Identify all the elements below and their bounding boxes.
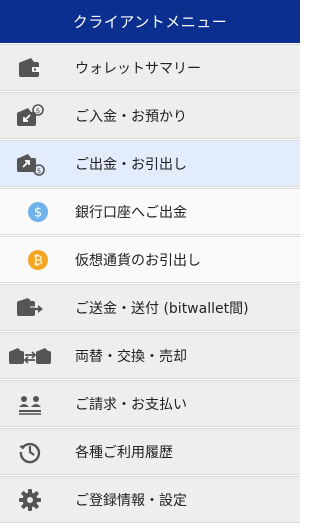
svg-text:₿: ₿: [33, 253, 43, 268]
menu-item-label: ウォレットサマリー: [75, 60, 201, 77]
menu-item-crypto-withdraw[interactable]: ₿ 仮想通貨のお引出し: [0, 236, 300, 283]
menu-item-label: 銀行口座へご出金: [75, 204, 187, 221]
menu-item-deposit[interactable]: $ ご入金・お預かり: [0, 92, 300, 139]
menu-item-withdraw[interactable]: $ ご出金・お引出し: [0, 140, 300, 187]
menu-item-transfer[interactable]: ご送金・送付 (bitwallet間): [0, 284, 300, 331]
svg-text:$: $: [33, 205, 41, 220]
transfer-icon: [0, 297, 60, 319]
request-icon: [0, 393, 60, 415]
client-menu: クライアントメニュー ウォレットサマリー $ ご入金・お預かり $ ご出金・お引…: [0, 0, 300, 530]
menu-item-label: ご出金・お引出し: [75, 156, 187, 173]
menu-item-exchange[interactable]: 両替・交換・売却: [0, 332, 300, 379]
menu-item-label: ご送金・送付 (bitwallet間): [75, 300, 249, 317]
svg-text:$: $: [36, 107, 40, 115]
gear-icon: [0, 488, 60, 512]
menu-item-history[interactable]: 各種ご利用履歴: [0, 428, 300, 475]
menu-item-request-payment[interactable]: ご請求・お支払い: [0, 380, 300, 427]
menu-title: クライアントメニュー: [72, 13, 228, 31]
menu-item-label: ご登録情報・設定: [75, 492, 187, 509]
menu-item-label: ご入金・お預かり: [75, 108, 187, 125]
menu-item-label: 各種ご利用履歴: [75, 444, 173, 461]
wallet-icon: [0, 57, 60, 79]
deposit-icon: $: [0, 103, 60, 128]
svg-text:$: $: [37, 167, 41, 175]
withdraw-icon: $: [0, 152, 60, 176]
menu-item-wallet-summary[interactable]: ウォレットサマリー: [0, 44, 300, 91]
menu-item-label: 仮想通貨のお引出し: [75, 252, 201, 269]
menu-item-label: 両替・交換・売却: [75, 348, 187, 365]
dollar-coin-icon: $: [0, 201, 75, 223]
menu-list: ウォレットサマリー $ ご入金・お預かり $ ご出金・お引出し $ 銀行口座へご…: [0, 44, 300, 523]
menu-header: クライアントメニュー: [0, 0, 300, 43]
menu-item-bank-withdraw[interactable]: $ 銀行口座へご出金: [0, 188, 300, 235]
bitcoin-coin-icon: ₿: [0, 249, 75, 271]
menu-item-settings[interactable]: ご登録情報・設定: [0, 476, 300, 523]
exchange-icon: [0, 345, 60, 367]
history-icon: [0, 440, 60, 464]
menu-item-label: ご請求・お支払い: [75, 396, 187, 413]
